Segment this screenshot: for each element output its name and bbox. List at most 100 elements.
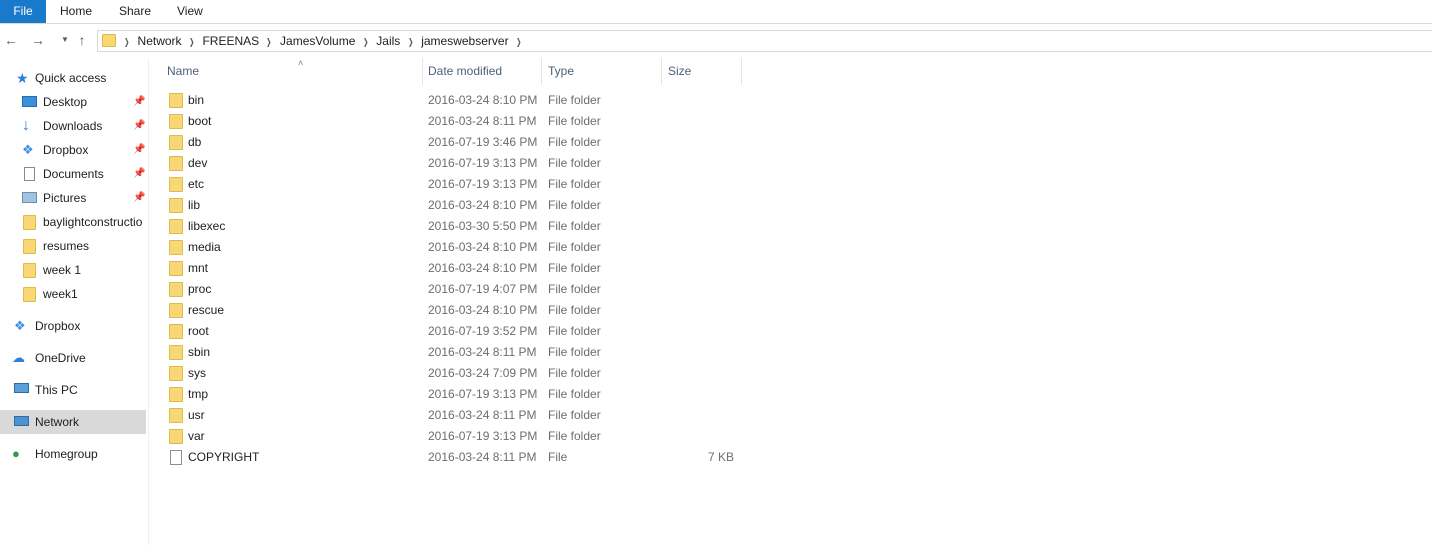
file-name: root bbox=[188, 324, 209, 338]
up-arrow-icon[interactable]: ↑ bbox=[73, 30, 91, 50]
address-bar[interactable]: ❯ Network ❯ FREENAS ❯ JamesVolume ❯ Jails ❯ j… bbox=[97, 30, 1432, 52]
column-header-size[interactable]: Size bbox=[662, 58, 742, 85]
pin-icon[interactable]: 📌 bbox=[133, 138, 145, 162]
file-type: File bbox=[548, 450, 568, 464]
folder-icon bbox=[23, 287, 36, 302]
file-type: File folder bbox=[548, 282, 601, 296]
file-name: COPYRIGHT bbox=[188, 450, 260, 464]
pin-icon[interactable]: 📌 bbox=[133, 90, 145, 114]
file-date-modified: 2016-03-24 8:10 PM bbox=[428, 303, 538, 317]
sidebar-item-label: Quick access bbox=[35, 71, 107, 85]
table-row[interactable]: COPYRIGHT 2016-03-24 8:11 PM File 7 KB bbox=[162, 447, 752, 468]
table-row[interactable]: sys 2016-03-24 7:09 PM File folder bbox=[162, 363, 752, 384]
address-row: ← → ▼ ↑ ❯ Network ❯ FREENAS ❯ JamesVolume ❯… bbox=[0, 25, 1432, 55]
table-row[interactable]: sbin 2016-03-24 8:11 PM File folder bbox=[162, 342, 752, 363]
chevron-right-icon[interactable]: ❯ bbox=[124, 32, 129, 52]
tab-file[interactable]: File bbox=[0, 0, 46, 23]
tab-view[interactable]: View bbox=[177, 0, 203, 23]
folder-icon bbox=[169, 198, 183, 213]
tab-home[interactable]: Home bbox=[60, 0, 92, 23]
file-type: File folder bbox=[548, 198, 601, 212]
folder-icon bbox=[169, 219, 183, 234]
table-row[interactable]: var 2016-07-19 3:13 PM File folder bbox=[162, 426, 752, 447]
table-row[interactable]: root 2016-07-19 3:52 PM File folder bbox=[162, 321, 752, 342]
sidebar-item-label: Homegroup bbox=[35, 447, 98, 461]
sidebar-item-baylightconstruction[interactable]: baylightconstructio bbox=[0, 210, 146, 234]
table-row[interactable]: bin 2016-03-24 8:10 PM File folder bbox=[162, 90, 752, 111]
sidebar-item-this-pc[interactable]: This PC bbox=[0, 378, 146, 402]
sidebar-item-desktop[interactable]: Desktop 📌 bbox=[0, 90, 146, 114]
file-type: File folder bbox=[548, 429, 601, 443]
breadcrumb-jameswebserver[interactable]: jameswebserver bbox=[421, 31, 508, 51]
sidebar-item-downloads[interactable]: ↓ Downloads 📌 bbox=[0, 114, 146, 138]
table-row[interactable]: db 2016-07-19 3:46 PM File folder bbox=[162, 132, 752, 153]
sidebar-item-resumes[interactable]: resumes bbox=[0, 234, 146, 258]
sidebar-item-label: resumes bbox=[43, 239, 90, 253]
file-name: etc bbox=[188, 177, 205, 191]
sidebar-item-pictures[interactable]: Pictures 📌 bbox=[0, 186, 146, 210]
file-name: bin bbox=[188, 93, 205, 107]
breadcrumb-jamesvolume[interactable]: JamesVolume bbox=[280, 31, 355, 51]
table-row[interactable]: tmp 2016-07-19 3:13 PM File folder bbox=[162, 384, 752, 405]
file-type: File folder bbox=[548, 303, 601, 317]
sidebar-item-quick-access[interactable]: ★ Quick access bbox=[0, 66, 146, 90]
pin-icon[interactable]: 📌 bbox=[133, 162, 145, 186]
file-name: usr bbox=[188, 408, 205, 422]
file-name: rescue bbox=[188, 303, 225, 317]
onedrive-icon: ☁ bbox=[12, 350, 25, 365]
breadcrumb-jails[interactable]: Jails bbox=[376, 31, 400, 51]
sidebar-item-week1[interactable]: week1 bbox=[0, 282, 146, 306]
file-date-modified: 2016-03-30 5:50 PM bbox=[428, 219, 538, 233]
table-row[interactable]: rescue 2016-03-24 8:10 PM File folder bbox=[162, 300, 752, 321]
table-row[interactable]: proc 2016-07-19 4:07 PM File folder bbox=[162, 279, 752, 300]
file-name: lib bbox=[188, 198, 201, 212]
file-date-modified: 2016-07-19 3:13 PM bbox=[428, 177, 538, 191]
tab-share[interactable]: Share bbox=[119, 0, 151, 23]
download-icon: ↓ bbox=[22, 117, 30, 134]
sidebar-item-dropbox-pinned[interactable]: ❖ Dropbox 📌 bbox=[0, 138, 146, 162]
table-row[interactable]: usr 2016-03-24 8:11 PM File folder bbox=[162, 405, 752, 426]
table-row[interactable]: media 2016-03-24 8:10 PM File folder bbox=[162, 237, 752, 258]
sidebar-item-label: Network bbox=[35, 415, 80, 429]
file-type: File folder bbox=[548, 408, 601, 422]
table-row[interactable]: mnt 2016-03-24 8:10 PM File folder bbox=[162, 258, 752, 279]
file-name: proc bbox=[188, 282, 212, 296]
file-name: libexec bbox=[188, 219, 226, 233]
sidebar-item-documents[interactable]: Documents 📌 bbox=[0, 162, 146, 186]
sidebar-item-label: Downloads bbox=[43, 119, 103, 133]
sidebar-item-homegroup[interactable]: ● Homegroup bbox=[0, 442, 146, 466]
sidebar-item-dropbox[interactable]: ❖ Dropbox bbox=[0, 314, 146, 338]
file-name: db bbox=[188, 135, 202, 149]
file-date-modified: 2016-03-24 7:09 PM bbox=[428, 366, 538, 380]
table-row[interactable]: etc 2016-07-19 3:13 PM File folder bbox=[162, 174, 752, 195]
breadcrumb-freenas[interactable]: FREENAS bbox=[202, 31, 259, 51]
column-header-name[interactable]: Name ˄ bbox=[161, 58, 423, 85]
column-header-label: Name bbox=[167, 64, 200, 78]
column-header-type[interactable]: Type bbox=[542, 58, 662, 85]
table-row[interactable]: lib 2016-03-24 8:10 PM File folder bbox=[162, 195, 752, 216]
chevron-down-icon[interactable]: ▼ bbox=[56, 30, 74, 50]
chevron-right-icon[interactable]: ❯ bbox=[363, 32, 368, 52]
column-header-date[interactable]: Date modified bbox=[422, 58, 542, 85]
file-date-modified: 2016-07-19 3:13 PM bbox=[428, 387, 538, 401]
network-icon bbox=[14, 416, 29, 426]
chevron-right-icon[interactable]: ❯ bbox=[267, 32, 272, 52]
sidebar-item-onedrive[interactable]: ☁ OneDrive bbox=[0, 346, 146, 370]
navigation-pane: ★ Quick access Desktop 📌 ↓ Downloads 📌 ❖… bbox=[0, 58, 149, 545]
sidebar-item-network[interactable]: Network bbox=[0, 410, 146, 434]
table-row[interactable]: dev 2016-07-19 3:13 PM File folder bbox=[162, 153, 752, 174]
table-row[interactable]: boot 2016-03-24 8:11 PM File folder bbox=[162, 111, 752, 132]
chevron-right-icon[interactable]: ❯ bbox=[408, 32, 413, 52]
chevron-right-icon[interactable]: ❯ bbox=[516, 32, 521, 52]
pin-icon[interactable]: 📌 bbox=[133, 186, 145, 210]
folder-icon bbox=[169, 324, 183, 339]
back-arrow-icon[interactable]: ← bbox=[2, 30, 20, 50]
sidebar-item-week-1[interactable]: week 1 bbox=[0, 258, 146, 282]
pin-icon[interactable]: 📌 bbox=[133, 114, 145, 138]
chevron-right-icon[interactable]: ❯ bbox=[189, 32, 194, 52]
folder-icon bbox=[169, 93, 183, 108]
file-date-modified: 2016-03-24 8:10 PM bbox=[428, 198, 538, 212]
breadcrumb-network[interactable]: Network bbox=[138, 31, 182, 51]
table-row[interactable]: libexec 2016-03-30 5:50 PM File folder bbox=[162, 216, 752, 237]
forward-arrow-icon[interactable]: → bbox=[29, 30, 47, 50]
